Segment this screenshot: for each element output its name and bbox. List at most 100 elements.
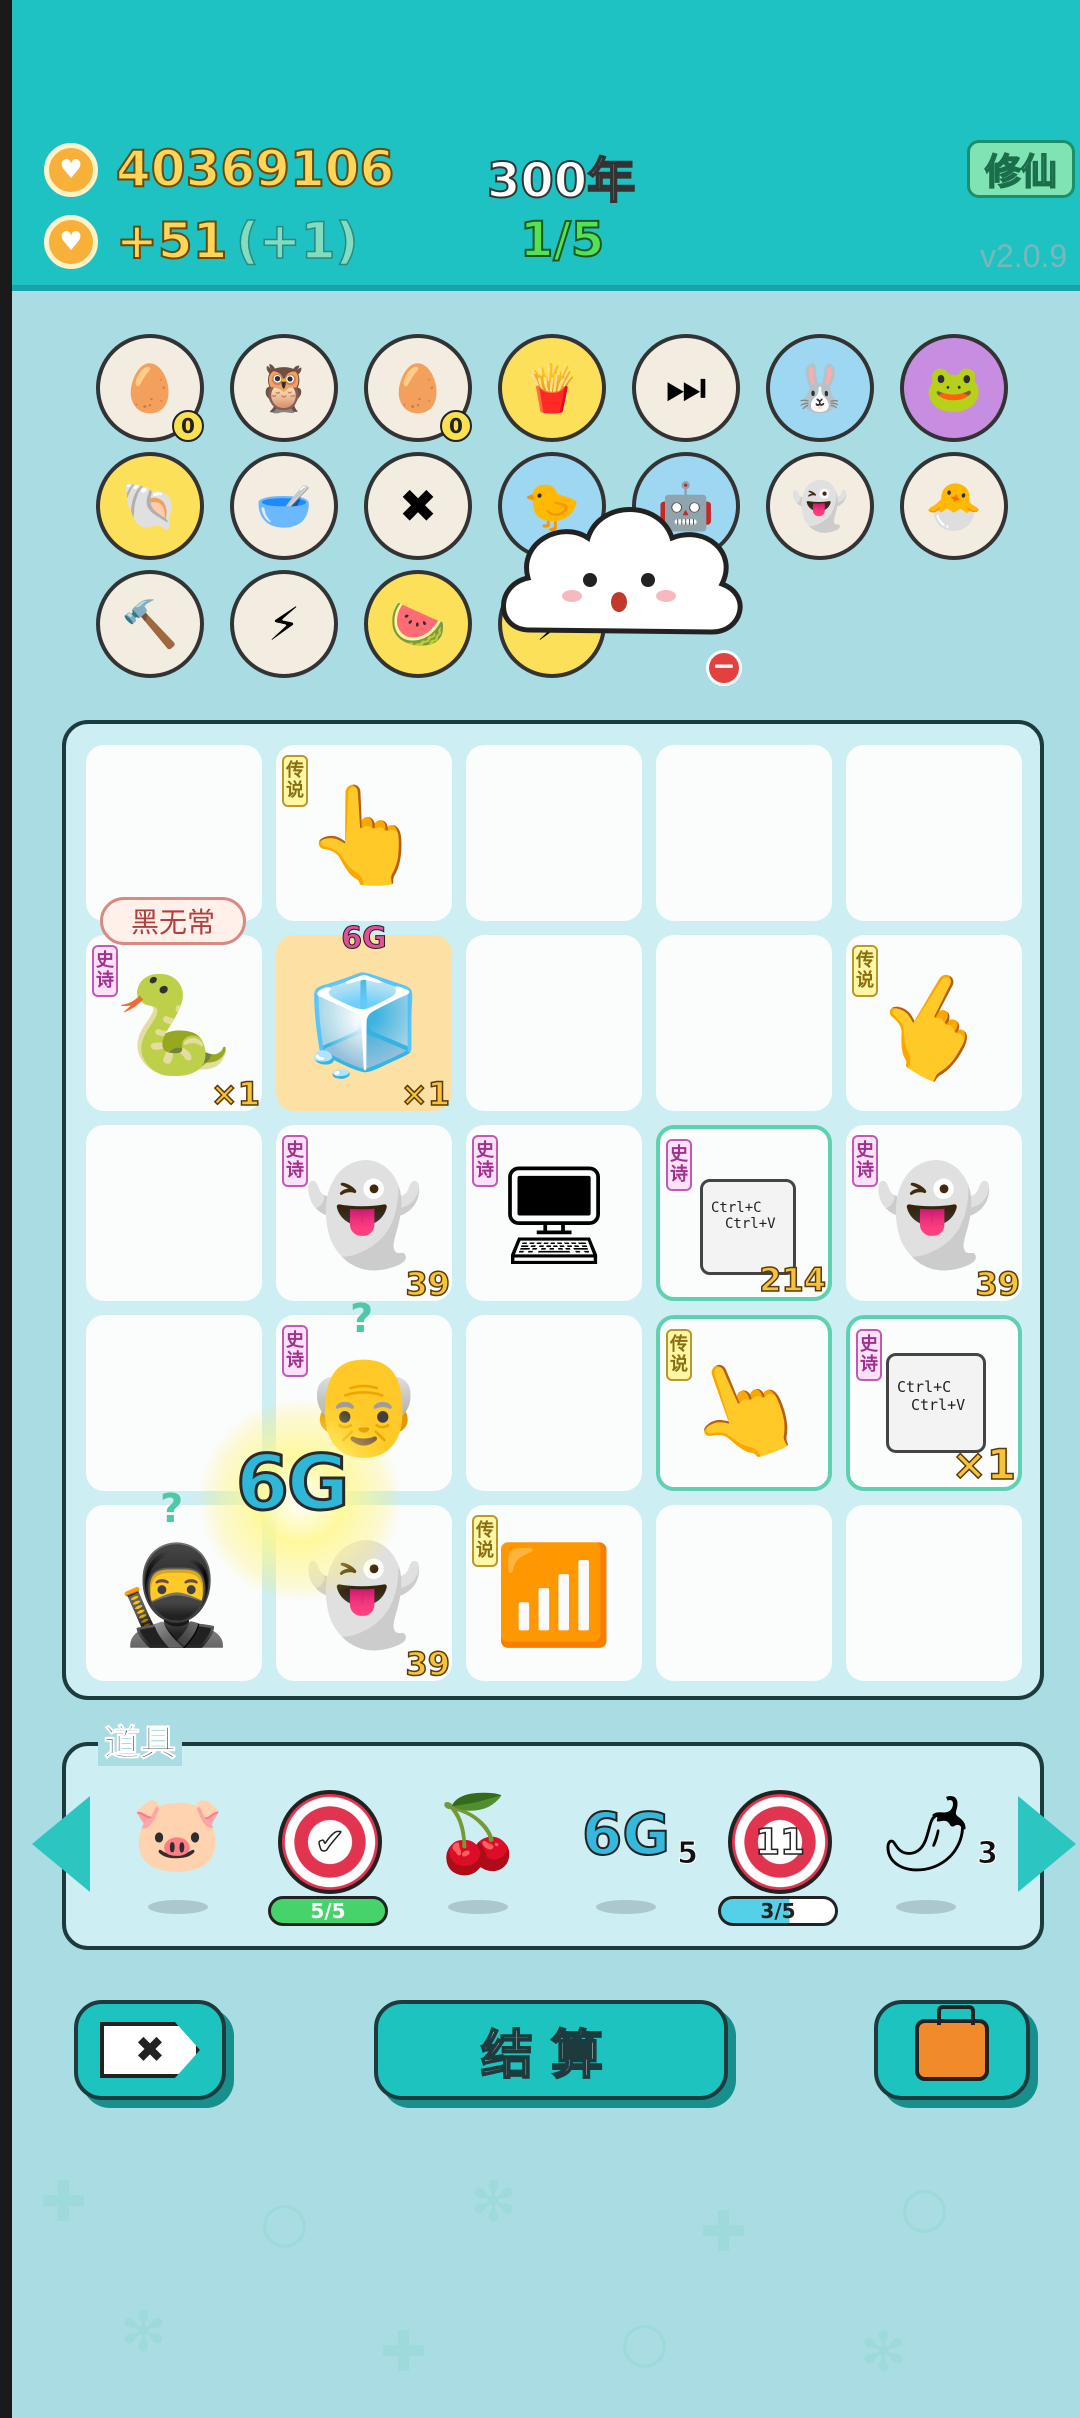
ghost-icon: 👻 <box>304 1159 424 1271</box>
item-count: 214 <box>758 1260 826 1300</box>
progress-pill: 3/5 <box>718 1896 838 1926</box>
black-white-impermanence-icon: 🐍 <box>114 969 234 1081</box>
relic-glyph: 🐚 <box>121 478 179 533</box>
board-cell[interactable]: 传说 📶 <box>466 1505 642 1681</box>
board-cell[interactable]: 史诗 Ctrl+C Ctrl+V 214 <box>656 1125 832 1301</box>
egg-tray-icon[interactable]: 🥚 0 <box>96 334 204 442</box>
ghost-icon[interactable]: 👻 <box>766 452 874 560</box>
fries-icon[interactable]: 🍟 <box>498 334 606 442</box>
relic-glyph: ⏭ <box>665 360 707 414</box>
items-title: 道具 <box>98 1714 183 1766</box>
question-mark-icon: ? <box>160 1486 184 1532</box>
relic-glyph: 🦉 <box>255 360 313 415</box>
6g-icon: 6G <box>581 1799 671 1869</box>
xiuxian-button[interactable]: 修仙 <box>967 140 1075 198</box>
item-pepper[interactable]: 🌶 3 <box>866 1784 998 1914</box>
delete-tag-icon: ✖ <box>100 2022 200 2078</box>
chick-egg-icon[interactable]: 🐣 <box>900 452 1008 560</box>
lightning-tag-icon[interactable]: ⚡ <box>230 570 338 678</box>
lychee-icon: 🍒 <box>431 1791 525 1877</box>
cloud-mascot-icon <box>501 507 743 635</box>
owl-icon[interactable]: 🦉 <box>230 334 338 442</box>
board-cell <box>656 935 832 1111</box>
target-check-icon[interactable]: ✔ <box>278 1790 382 1894</box>
background-decoration: ✻ <box>470 2170 517 2235</box>
pointing-hand-icon: 👆 <box>304 779 424 891</box>
rabbit-icon[interactable]: 🐰 <box>766 334 874 442</box>
item-lychee[interactable]: 🍒 <box>418 1784 538 1914</box>
board-cell <box>466 935 642 1111</box>
skip-icon[interactable]: ⏭ <box>632 334 740 442</box>
math-frog-icon[interactable]: 🐸 <box>900 334 1008 442</box>
relic-glyph: ✖ <box>398 479 438 533</box>
6g-label: 6G <box>341 921 388 957</box>
relic-glyph: 🔨 <box>121 596 179 651</box>
relic-glyph: 🥚 <box>121 360 179 415</box>
board-cell[interactable]: 史诗 👻 39 <box>846 1125 1022 1304</box>
background-decoration: ✚ <box>380 2320 427 2385</box>
pepper-icon: 🌶 <box>879 1791 973 1877</box>
board-cell[interactable]: 史诗 👻 39 <box>276 1125 452 1304</box>
item-6g[interactable]: 6G 5 <box>566 1784 698 1914</box>
board-cell[interactable]: 史诗 🖥 <box>466 1125 642 1301</box>
item-quantity: 3 <box>977 1836 999 1872</box>
graphics-card-icon: 🖥 <box>493 1159 615 1271</box>
piggy-bank-icon: 🐷 <box>131 1791 225 1877</box>
ghost-icon: 👻 <box>874 1159 994 1271</box>
egg-tray-icon[interactable]: 🥚 0 <box>364 334 472 442</box>
board-cell <box>656 745 832 921</box>
item-count: ×1 <box>951 1439 1017 1490</box>
copy-label: Ctrl+C <box>897 1378 952 1396</box>
relic-glyph: 🐰 <box>791 360 849 415</box>
settle-label: 结算 <box>480 2025 621 2087</box>
6g-effect-label: 6G <box>234 1437 350 1529</box>
bag-button[interactable] <box>874 2000 1030 2100</box>
income-value: +51 <box>115 211 228 271</box>
item-piggy-bank[interactable]: 🐷 <box>118 1784 238 1914</box>
epic-tag: 史诗 <box>666 1139 692 1191</box>
wifi-icon: 📶 <box>494 1539 614 1651</box>
speech-bubble: 黑无常 <box>100 897 246 945</box>
board-cell[interactable]: 史诗 🐍 ×1 <box>86 935 262 1114</box>
fridge-icon: 🧊 <box>304 969 424 1081</box>
board-cell <box>846 1505 1022 1681</box>
paste-label: Ctrl+V <box>911 1396 966 1414</box>
item-quantity: 5 <box>677 1836 699 1872</box>
copy-paste-icon: Ctrl+C Ctrl+V <box>886 1353 986 1453</box>
progress-pill: 5/5 <box>268 1896 388 1926</box>
delete-tag-icon[interactable]: ✖ <box>364 452 472 560</box>
board-cell[interactable]: 传说 👆 <box>846 935 1022 1111</box>
item-count: ×1 <box>400 1074 451 1114</box>
board-cell <box>466 745 642 921</box>
left-edge <box>0 0 12 2418</box>
scroll-right-arrow-icon[interactable] <box>1018 1796 1076 1892</box>
board-cell[interactable]: 传说 👆 <box>656 1315 832 1491</box>
board-cell <box>466 1315 642 1491</box>
target-11-icon[interactable]: 11 <box>728 1790 832 1894</box>
dog-bowl-icon[interactable]: 🥣 <box>230 452 338 560</box>
briefcase-icon <box>915 2005 989 2081</box>
relic-glyph: ⚡ <box>267 597 301 651</box>
background-decoration: ✻ <box>120 2300 167 2365</box>
background-decoration: ✚ <box>700 2200 747 2265</box>
scroll-left-arrow-icon[interactable] <box>32 1796 90 1892</box>
item-count: 39 <box>405 1264 451 1304</box>
seashell-icon[interactable]: 🐚 <box>96 452 204 560</box>
turn-counter: 1/5 <box>519 211 605 269</box>
settle-button[interactable]: 结算 <box>374 2000 728 2100</box>
board-cell <box>846 745 1022 921</box>
background-decoration: ○ <box>620 2310 669 2375</box>
relic-glyph: 🍉 <box>389 596 447 651</box>
board-cell <box>656 1505 832 1681</box>
relic-count-badge: 0 <box>172 410 204 442</box>
board-cell-selected[interactable]: 6G 🧊 ×1 <box>276 921 452 1114</box>
income-bonus: (+1) <box>235 211 359 271</box>
remove-button[interactable]: ✖ <box>74 2000 226 2100</box>
board-cell[interactable]: 传说 👆 <box>276 745 452 921</box>
fruit-bowl-icon[interactable]: 🍉 <box>364 570 472 678</box>
board-cell[interactable]: 史诗 Ctrl+C Ctrl+V ×1 <box>846 1315 1022 1491</box>
version-label: v2.0.9 <box>980 238 1068 274</box>
lightning-hammer-icon[interactable]: 🔨 <box>96 570 204 678</box>
coin-icon: ♥ <box>44 143 98 197</box>
item-count: 39 <box>405 1644 451 1684</box>
